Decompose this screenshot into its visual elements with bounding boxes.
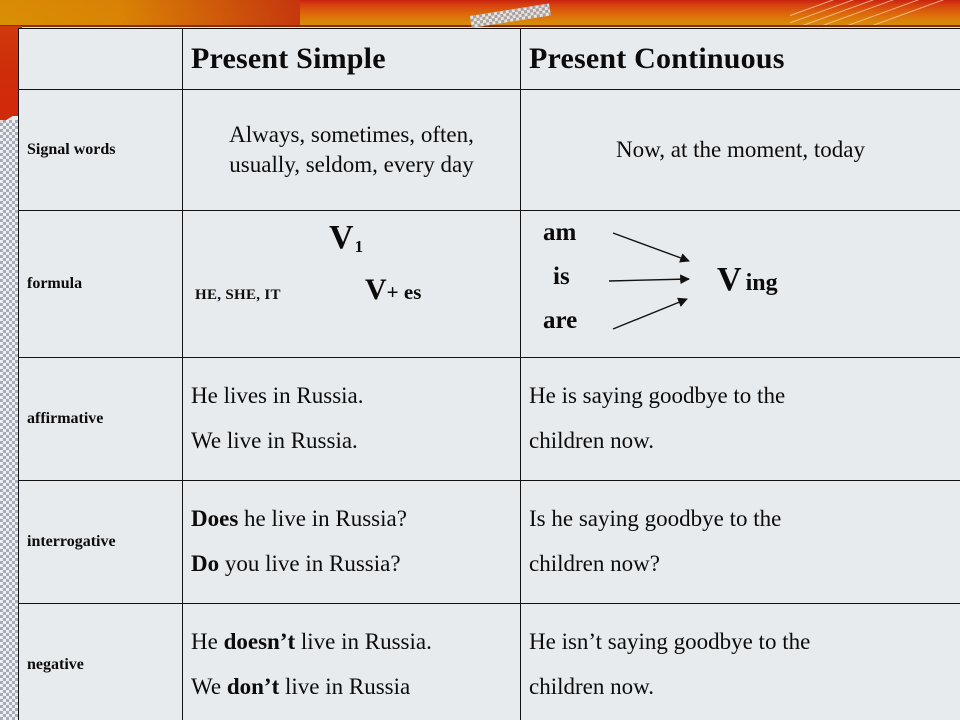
table-row-signal-words: Signal words Always, sometimes, often, u… bbox=[18, 89, 960, 211]
banner-streak-lines bbox=[790, 0, 960, 26]
formula-pronouns: HE, SHE, IT bbox=[195, 287, 281, 303]
plain-text: children now. bbox=[529, 674, 654, 699]
cell-interrogative-present-continuous: Is he saying goodbye to the children now? bbox=[520, 480, 960, 604]
formula-v1-base: V bbox=[329, 219, 354, 256]
formula-ves-verb: V bbox=[365, 273, 387, 306]
cell-interrogative-present-simple: Does he live in Russia? Do you live in Ru… bbox=[182, 480, 521, 604]
left-halftone-strip bbox=[0, 120, 20, 690]
arrow-is-to-verb bbox=[608, 274, 690, 285]
header-cell-present-simple: Present Simple bbox=[182, 28, 521, 90]
plain-text: you live in Russia? bbox=[219, 551, 401, 576]
plain-text: children now? bbox=[529, 551, 660, 576]
table-row-negative: negative He doesn’t live in Russia. We do… bbox=[18, 603, 960, 720]
plain-text: He isn’t saying goodbye to the bbox=[529, 629, 811, 655]
example-line: He lives in Russia. bbox=[191, 374, 512, 419]
example-line: children now. bbox=[529, 665, 952, 710]
table-row-interrogative: interrogative Does he live in Russia? Do … bbox=[18, 480, 960, 604]
header-cell-present-continuous: Present Continuous bbox=[520, 28, 960, 90]
cell-signal-words-present-simple: Always, sometimes, often, usually, seldo… bbox=[182, 89, 521, 211]
signal-words-line-1: Always, sometimes, bbox=[229, 121, 416, 147]
signal-words-line-3: every day bbox=[383, 152, 474, 177]
formula-v-ing: V ing bbox=[717, 261, 778, 299]
cell-negative-present-continuous: He isn’t saying goodbye to the children n… bbox=[520, 603, 960, 720]
emphasis-text: Do bbox=[191, 551, 220, 576]
example-line: We live in Russia. bbox=[191, 419, 512, 464]
table-row-formula: formula V1 HE, SHE, IT V+ es am is are V… bbox=[18, 210, 960, 358]
row-label-signal-words: Signal words bbox=[18, 89, 183, 211]
row-label-affirmative: affirmative bbox=[18, 357, 183, 481]
example-line: Is he saying goodbye to the bbox=[529, 497, 952, 542]
plain-text: Is he saying goodbye to the bbox=[529, 506, 782, 532]
formula-v1-subscript: 1 bbox=[354, 237, 364, 256]
row-label-negative: negative bbox=[18, 603, 183, 720]
header-cell-empty bbox=[18, 28, 183, 90]
cell-affirmative-present-simple: He lives in Russia. We live in Russia. bbox=[182, 357, 521, 481]
plain-text: He lives in Russia. bbox=[191, 383, 364, 409]
formula-ving-ending: ing bbox=[745, 270, 778, 296]
plain-text: live in Russia. bbox=[295, 629, 432, 655]
formula-aux-is: is bbox=[553, 263, 570, 290]
formula-ves-suffix: + es bbox=[386, 280, 422, 304]
banner-gradient-left bbox=[0, 0, 300, 26]
row-label-formula: formula bbox=[18, 210, 183, 358]
arrow-are-to-verb bbox=[612, 297, 688, 330]
cell-formula-present-simple: V1 HE, SHE, IT V+ es bbox=[182, 210, 521, 358]
plain-text: We bbox=[191, 674, 227, 699]
example-line: children now. bbox=[529, 419, 952, 464]
plain-text: children now. bbox=[529, 428, 654, 453]
plain-text: he live in Russia? bbox=[238, 506, 407, 532]
cell-signal-words-present-continuous: Now, at the moment, today bbox=[520, 89, 960, 211]
emphasis-text: don’t bbox=[226, 674, 280, 699]
formula-aux-am: am bbox=[543, 219, 577, 246]
cell-negative-present-simple: He doesn’t live in Russia. We don’t live … bbox=[182, 603, 521, 720]
emphasis-text: doesn’t bbox=[223, 629, 296, 655]
example-line: He doesn’t live in Russia. bbox=[191, 620, 512, 665]
tense-comparison-table: Present Simple Present Continuous Signal… bbox=[18, 28, 960, 720]
example-line: Do you live in Russia? bbox=[191, 542, 512, 587]
example-line: children now? bbox=[529, 542, 952, 587]
plain-text: live in Russia bbox=[279, 674, 411, 699]
example-line: Does he live in Russia? bbox=[191, 497, 512, 542]
example-line: He isn’t saying goodbye to the bbox=[529, 620, 952, 665]
cell-formula-present-continuous: am is are V ing bbox=[520, 210, 960, 358]
table-header-row: Present Simple Present Continuous bbox=[18, 28, 960, 90]
plain-text: We live in Russia. bbox=[191, 428, 358, 453]
plain-text: He is saying goodbye to the bbox=[529, 383, 786, 409]
slide-canvas: Present Simple Present Continuous Signal… bbox=[0, 0, 960, 720]
formula-v-plus-es: V+ es bbox=[365, 273, 421, 307]
arrow-am-to-verb bbox=[612, 232, 690, 263]
example-line: He is saying goodbye to the bbox=[529, 374, 952, 419]
example-line: We don’t live in Russia bbox=[191, 665, 512, 710]
table-row-affirmative: affirmative He lives in Russia. We live i… bbox=[18, 357, 960, 481]
formula-ving-verb: V bbox=[717, 261, 742, 298]
row-label-interrogative: interrogative bbox=[18, 480, 183, 604]
cell-affirmative-present-continuous: He is saying goodbye to the children now. bbox=[520, 357, 960, 481]
emphasis-text: Does bbox=[191, 506, 239, 532]
plain-text: He bbox=[191, 629, 224, 655]
formula-v1: V1 bbox=[329, 219, 364, 257]
formula-aux-are: are bbox=[543, 307, 578, 334]
